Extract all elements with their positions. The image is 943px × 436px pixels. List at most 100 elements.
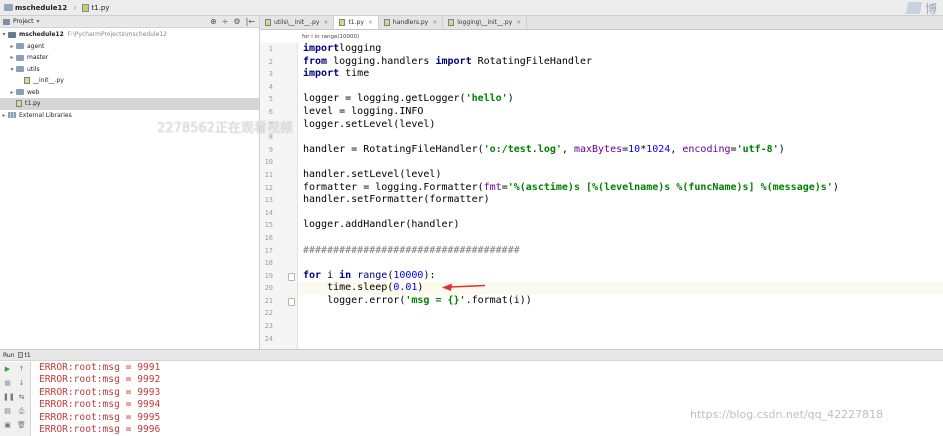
wrap-icon[interactable]: ⇆ bbox=[17, 393, 26, 402]
tree-item-label: t1.py bbox=[25, 100, 41, 108]
tab-label: logging\__init__.py bbox=[457, 19, 513, 26]
line-number: 22 bbox=[264, 309, 273, 318]
line-number: 11 bbox=[264, 170, 273, 179]
chevron-right-icon[interactable]: ▸ bbox=[0, 112, 8, 119]
tree-item-label: master bbox=[27, 54, 49, 62]
locate-file-icon[interactable]: ⊕ bbox=[210, 17, 217, 26]
console-output[interactable]: ERROR:root:msg = 9991 ERROR:root:msg = 9… bbox=[31, 362, 943, 436]
project-tree: ▾ mschedule12 F:\PycharmProjects\mschedu… bbox=[0, 28, 259, 121]
tree-item-t1-py[interactable]: t1.py bbox=[0, 98, 259, 110]
code-line[interactable] bbox=[298, 257, 943, 270]
breadcrumb-separator: › bbox=[73, 3, 77, 12]
tree-item-web[interactable]: ▸ web bbox=[0, 87, 259, 99]
tab-label: utils\__init__.py bbox=[274, 19, 320, 26]
arrow-down-icon[interactable]: ↓ bbox=[17, 379, 26, 388]
code-line[interactable]: handler = RotatingFileHandler('o:/test.l… bbox=[298, 144, 943, 157]
tab-label: handlers.py bbox=[392, 19, 429, 26]
close-icon[interactable]: × bbox=[432, 19, 437, 26]
code-line[interactable] bbox=[298, 156, 943, 169]
chevron-down-icon[interactable]: ▾ bbox=[0, 31, 8, 38]
layout-icon[interactable]: ▤ bbox=[3, 407, 12, 416]
tab-utils-init[interactable]: utils\__init__.py × bbox=[260, 16, 335, 29]
project-panel-title[interactable]: Project bbox=[13, 18, 34, 25]
line-number: 20 bbox=[264, 284, 273, 293]
stop-icon[interactable]: ■ bbox=[3, 379, 12, 388]
code-token: #################################### bbox=[303, 244, 520, 256]
code-line[interactable] bbox=[298, 131, 943, 144]
code-token: 'o:/test.log' bbox=[483, 143, 562, 155]
tab-handlers-py[interactable]: handlers.py × bbox=[379, 16, 444, 29]
settings-icon[interactable]: ▣ bbox=[3, 421, 12, 430]
code-line[interactable] bbox=[298, 333, 943, 346]
code-line[interactable]: level = logging.INFO bbox=[298, 106, 943, 119]
tree-item-utils[interactable]: ▾ utils bbox=[0, 64, 259, 76]
code-line[interactable] bbox=[298, 320, 943, 333]
code-token: logger = logging.getLogger( bbox=[303, 93, 466, 105]
hide-panel-icon[interactable]: |← bbox=[246, 17, 255, 26]
code-line[interactable]: handler.setFormatter(formatter) bbox=[298, 194, 943, 207]
delete-icon[interactable]: 🗑 bbox=[17, 421, 26, 430]
arrow-up-icon[interactable]: ↑ bbox=[17, 365, 26, 374]
line-number: 2 bbox=[268, 57, 273, 66]
code-line[interactable]: logger.setLevel(level) bbox=[298, 119, 943, 132]
print-icon[interactable]: ⎙ bbox=[17, 407, 26, 416]
folder-icon bbox=[16, 43, 24, 50]
code-token: handler.setFormatter(formatter) bbox=[303, 194, 490, 206]
code-token: ) bbox=[507, 93, 514, 105]
tree-item-master[interactable]: ▸ master bbox=[0, 52, 259, 64]
close-icon[interactable]: × bbox=[368, 19, 373, 26]
breadcrumb-project[interactable]: mschedule12 bbox=[0, 0, 71, 16]
chevron-right-icon[interactable]: ▸ bbox=[8, 89, 16, 96]
python-file-icon bbox=[265, 19, 271, 26]
project-panel-header: Project ▾ ⊕ ÷ ⚙ |← bbox=[0, 16, 259, 28]
chevron-down-icon[interactable]: ▾ bbox=[37, 18, 40, 25]
logo-mark-icon bbox=[905, 2, 923, 14]
run-panel-title[interactable]: Run bbox=[3, 352, 15, 359]
run-config-name[interactable]: t1 bbox=[25, 352, 31, 359]
code-editor[interactable]: importlogging from logging.handlers impor… bbox=[298, 43, 943, 349]
logo: 博 bbox=[853, 0, 943, 16]
code-line[interactable]: handler.setLevel(level) bbox=[298, 169, 943, 182]
code-token: maxBytes bbox=[573, 143, 623, 155]
code-line[interactable] bbox=[298, 307, 943, 320]
code-line[interactable]: formatter = logging.Formatter(fmt='%(asc… bbox=[298, 182, 943, 195]
python-file-icon bbox=[383, 19, 390, 26]
code-token: for bbox=[303, 269, 322, 281]
tree-item-init-py[interactable]: __init__.py bbox=[0, 75, 259, 87]
code-line[interactable]: from logging.handlers import RotatingFil… bbox=[298, 56, 943, 69]
tab-t1-py[interactable]: t1.py × bbox=[334, 16, 379, 29]
line-number-gutter[interactable]: 1 2 3 4 5 6 7 8 9 10 11 12 13 14 15 16 1… bbox=[260, 43, 298, 349]
code-line[interactable]: #################################### bbox=[298, 245, 943, 258]
folder-icon bbox=[16, 66, 24, 73]
code-line[interactable]: importlogging bbox=[298, 43, 943, 56]
code-line[interactable] bbox=[298, 81, 943, 94]
code-token: import bbox=[435, 55, 472, 67]
code-token: , bbox=[670, 143, 683, 155]
editor-tab-bar: utils\__init__.py × t1.py × handlers.py … bbox=[260, 16, 943, 30]
line-number: 3 bbox=[268, 70, 273, 79]
code-line[interactable] bbox=[298, 207, 943, 220]
code-line[interactable]: logger.error('msg = {}'.format(i)) bbox=[298, 295, 943, 308]
breadcrumb-file[interactable]: t1.py bbox=[78, 0, 113, 16]
pause-icon[interactable]: ❚❚ bbox=[3, 393, 15, 402]
close-icon[interactable]: × bbox=[516, 19, 521, 26]
tree-item-mschedule12[interactable]: ▾ mschedule12 F:\PycharmProjects\mschedu… bbox=[0, 29, 259, 41]
chevron-down-icon[interactable]: ▾ bbox=[8, 66, 16, 73]
editor-breadcrumb[interactable]: for i in range(10000) bbox=[298, 31, 359, 42]
code-line[interactable]: for i in range(10000): bbox=[298, 270, 943, 283]
code-line[interactable]: logger.addHandler(handler) bbox=[298, 219, 943, 232]
code-line[interactable]: time.sleep(0.01) bbox=[298, 282, 943, 295]
gear-icon[interactable]: ⚙ bbox=[233, 17, 240, 26]
code-line[interactable]: logger = logging.getLogger('hello') bbox=[298, 93, 943, 106]
chevron-right-icon[interactable]: ▸ bbox=[8, 43, 16, 50]
collapse-all-icon[interactable]: ÷ bbox=[222, 17, 229, 26]
tab-logging-init[interactable]: logging\__init__.py × bbox=[443, 16, 528, 29]
tree-item-agent[interactable]: ▸ agent bbox=[0, 41, 259, 53]
code-line[interactable] bbox=[298, 232, 943, 245]
chevron-right-icon[interactable]: ▸ bbox=[8, 54, 16, 61]
code-line[interactable]: import time bbox=[298, 68, 943, 81]
close-icon[interactable]: × bbox=[323, 19, 328, 26]
python-file-icon bbox=[24, 77, 30, 85]
play-icon[interactable]: ▶ bbox=[3, 365, 12, 374]
line-number: 17 bbox=[264, 246, 273, 255]
